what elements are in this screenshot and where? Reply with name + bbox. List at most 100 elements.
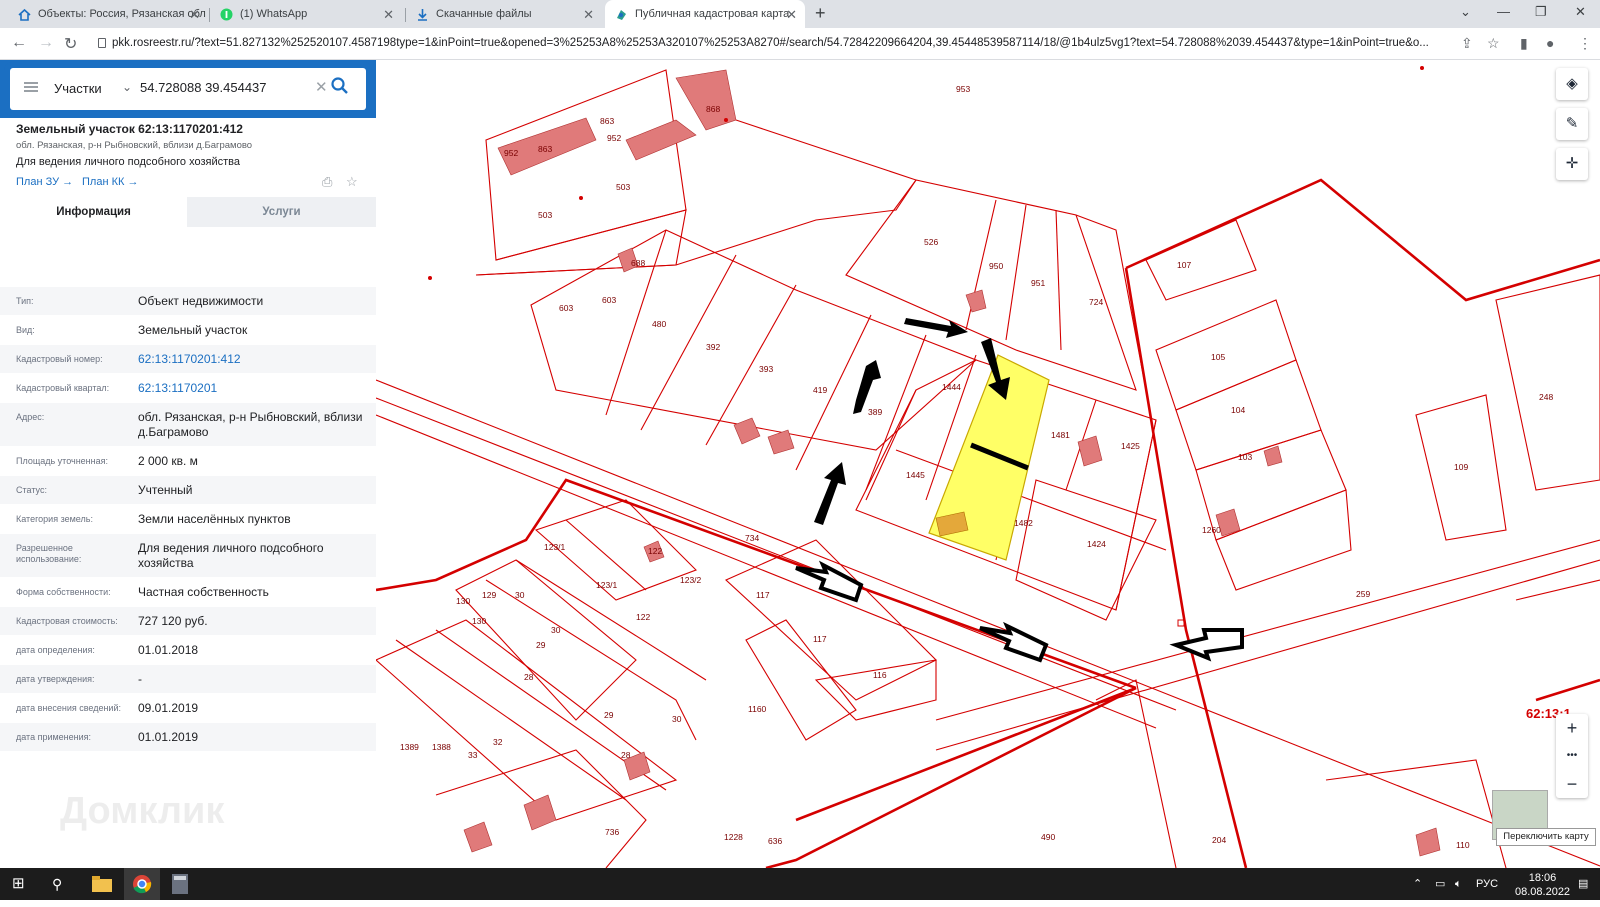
restore-icon[interactable]: ❐	[1535, 4, 1547, 20]
tab-title: (1) WhatsApp	[240, 8, 308, 20]
info-panel: Участки ⌄ 54.728088 39.454437 ✕ Земельны…	[0, 60, 388, 868]
browser-tab-objects[interactable]: Объекты: Россия, Рязанская обл ✕	[8, 0, 208, 28]
network-icon[interactable]: ▭	[1435, 868, 1445, 900]
calculator-icon[interactable]	[172, 868, 198, 900]
search-icon[interactable]: ⚲	[52, 868, 62, 900]
parcel-label: 503	[538, 210, 552, 220]
url-field[interactable]: pkk.rosreestr.ru/?text=51.827132%2525201…	[112, 37, 1452, 49]
chrome-icon[interactable]	[124, 868, 160, 900]
tab-information[interactable]: Информация	[0, 197, 187, 227]
whatsapp-icon	[220, 8, 233, 21]
chevron-down-icon[interactable]: ⌄	[122, 80, 132, 94]
cadastral-map[interactable]: 953 952 863 863 952 868 503 503 526 950 951 724 603 6…	[376, 60, 1600, 868]
property-key: Кадастровая стоимость:	[16, 616, 118, 626]
tray-chevron-icon[interactable]: ⌃	[1413, 868, 1422, 900]
parcel-label: 952	[504, 148, 518, 158]
parcel-label: 130	[456, 596, 470, 606]
notifications-icon[interactable]: ▤	[1578, 868, 1588, 900]
property-value: 727 120 руб.	[138, 614, 208, 628]
menu-kebab-icon[interactable]: ⋮	[1578, 35, 1592, 52]
property-value[interactable]: 62:13:1170201:412	[138, 352, 363, 367]
chevron-down-icon[interactable]: ⌄	[1460, 4, 1471, 20]
ruler-icon[interactable]: ✎	[1556, 108, 1588, 140]
parcel-label: 259	[1356, 589, 1370, 599]
close-icon[interactable]: ✕	[786, 7, 797, 23]
browser-tab-downloads[interactable]: Скачанные файлы ✕	[406, 0, 602, 28]
parcel-label: 419	[813, 385, 827, 395]
parcel-label: 688	[631, 258, 645, 268]
back-icon[interactable]: ←	[11, 34, 27, 52]
property-value: Земельный участок	[138, 323, 248, 337]
layers-icon[interactable]: ◈	[1556, 68, 1588, 100]
parcel-label: 110	[1456, 840, 1470, 850]
parcel-label: 603	[559, 303, 573, 313]
zoom-control: + ••• −	[1556, 714, 1588, 798]
reload-icon[interactable]: ↻	[64, 34, 77, 54]
parcel-label: 392	[706, 342, 720, 352]
parcel-label: 1388	[432, 742, 451, 752]
parcel-label: 1444	[942, 382, 961, 392]
plan-kk-link[interactable]: План КК →	[82, 176, 138, 188]
parcel-label: 952	[607, 133, 621, 143]
parcel-label: 1445	[906, 470, 925, 480]
search-icon[interactable]	[330, 76, 350, 96]
language-indicator[interactable]: РУС	[1476, 868, 1498, 900]
property-key: Категория земель:	[16, 514, 93, 524]
parcel-label: 122	[648, 546, 662, 556]
volume-icon[interactable]: 🔈︎	[1455, 868, 1462, 900]
print-icon[interactable]: ⎙	[322, 174, 332, 190]
clear-icon[interactable]: ✕	[315, 78, 328, 96]
category-select[interactable]: Участки	[54, 81, 102, 96]
windows-start-icon[interactable]: ⊞	[12, 868, 25, 900]
locate-icon[interactable]: ✛	[1556, 148, 1588, 180]
new-tab-button[interactable]: +	[815, 3, 826, 24]
parcel-label: 1425	[1121, 441, 1140, 451]
property-key: Форма собственности:	[16, 587, 111, 597]
clock[interactable]: 18:06 08.08.2022	[1515, 871, 1570, 903]
parcel-use: Для ведения личного подсобного хозяйства	[16, 156, 240, 168]
menu-icon[interactable]	[24, 82, 38, 92]
property-key: Адрес:	[16, 412, 45, 422]
parcel-label: 117	[813, 634, 827, 644]
browser-tab-whatsapp[interactable]: (1) WhatsApp ✕	[210, 0, 402, 28]
plan-zu-link[interactable]: План ЗУ →	[16, 176, 73, 188]
map-canvas[interactable]: 953 952 863 863 952 868 503 503 526 950 951 724 603 6…	[376, 60, 1600, 868]
tab-services[interactable]: Услуги	[187, 197, 376, 227]
close-icon[interactable]: ✕	[383, 7, 394, 23]
sidepanel-icon[interactable]: ▮	[1520, 35, 1528, 52]
outline-arrows	[795, 560, 1244, 663]
parcel-label: 123/1	[544, 542, 566, 552]
property-key: Статус:	[16, 485, 47, 495]
close-icon[interactable]: ✕	[583, 7, 594, 23]
file-explorer-icon[interactable]	[92, 868, 118, 900]
forward-icon[interactable]: →	[38, 34, 54, 52]
property-row: Адрес: обл. Рязанская, р-н Рыбновский, вб…	[0, 403, 376, 447]
zoom-more-button[interactable]: •••	[1556, 742, 1588, 770]
share-icon[interactable]: ⇪	[1461, 35, 1473, 52]
property-key: дата утверждения:	[16, 674, 95, 684]
minimize-icon[interactable]: —	[1497, 4, 1510, 19]
bookmark-star-icon[interactable]: ☆	[1487, 35, 1500, 52]
parcel-label: 1482	[1014, 518, 1033, 528]
parcel-label: 129	[482, 590, 496, 600]
favorite-star-icon[interactable]: ☆	[346, 174, 358, 190]
parcel-label: 1260	[1202, 525, 1221, 535]
profile-icon[interactable]: ●	[1546, 35, 1554, 51]
property-key: дата определения:	[16, 645, 95, 655]
parcel-label: 28	[621, 750, 631, 760]
close-icon[interactable]: ✕	[189, 7, 200, 23]
parcel-label: 123/1	[596, 580, 618, 590]
property-value: Земли населённых пунктов	[138, 512, 291, 526]
browser-tab-bar: Объекты: Россия, Рязанская обл ✕ (1) Wha…	[0, 0, 1600, 28]
property-value[interactable]: 62:13:1170201	[138, 381, 363, 396]
property-value: Объект недвижимости	[138, 294, 264, 308]
close-window-icon[interactable]: ✕	[1575, 4, 1586, 20]
zoom-out-button[interactable]: −	[1556, 770, 1588, 798]
search-input[interactable]: 54.728088 39.454437	[140, 80, 310, 95]
zoom-in-button[interactable]: +	[1556, 714, 1588, 742]
parcel-label: 951	[1031, 278, 1045, 288]
property-value: Учтенный	[138, 483, 193, 497]
parcel-label: 30	[551, 625, 561, 635]
parcel-label: 204	[1212, 835, 1226, 845]
browser-tab-cadastral-map[interactable]: Публичная кадастровая карта ✕	[605, 0, 805, 28]
